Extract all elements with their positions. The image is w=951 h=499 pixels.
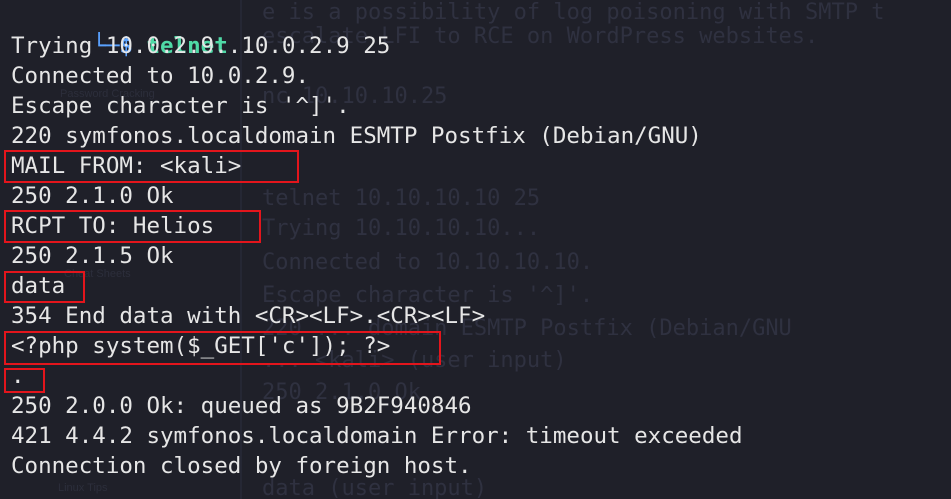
- output-line: 250 2.1.5 Ok: [11, 243, 174, 269]
- output-line: 250 2.0.0 Ok: queued as 9B2F940846: [11, 393, 472, 419]
- output-line: 250 2.1.0 Ok: [11, 183, 174, 209]
- prompt-line: └─$ telnet 10.0.2.9 25: [11, 1, 390, 59]
- background-line: telnet 10.10.10.10 25: [262, 186, 541, 211]
- background-line: Trying 10.10.10.10...: [262, 216, 541, 241]
- highlight-box-php-payload: [4, 331, 441, 365]
- highlight-box-rcpt-to: [4, 210, 261, 243]
- background-sidebar-item: Linux Tips: [58, 482, 108, 494]
- output-line: Escape character is '^]'.: [11, 93, 350, 119]
- output-line: 421 4.4.2 symfonos.localdomain Error: ti…: [11, 423, 743, 449]
- background-line: Connected to 10.10.10.10.: [262, 250, 594, 275]
- output-line: Connection closed by foreign host.: [11, 453, 472, 479]
- output-line: Connected to 10.0.2.9.: [11, 63, 310, 89]
- output-line: 354 End data with <CR><LF>.<CR><LF>: [11, 303, 486, 329]
- terminal-window[interactable]: e is a possibility of log poisoning with…: [0, 0, 951, 499]
- output-line: Trying 10.0.2.9...: [11, 33, 255, 59]
- highlight-box-data: [4, 271, 85, 303]
- output-line: 220 symfonos.localdomain ESMTP Postfix (…: [11, 123, 702, 149]
- highlight-box-mail-from: [4, 150, 299, 183]
- highlight-box-end-data: [4, 368, 45, 393]
